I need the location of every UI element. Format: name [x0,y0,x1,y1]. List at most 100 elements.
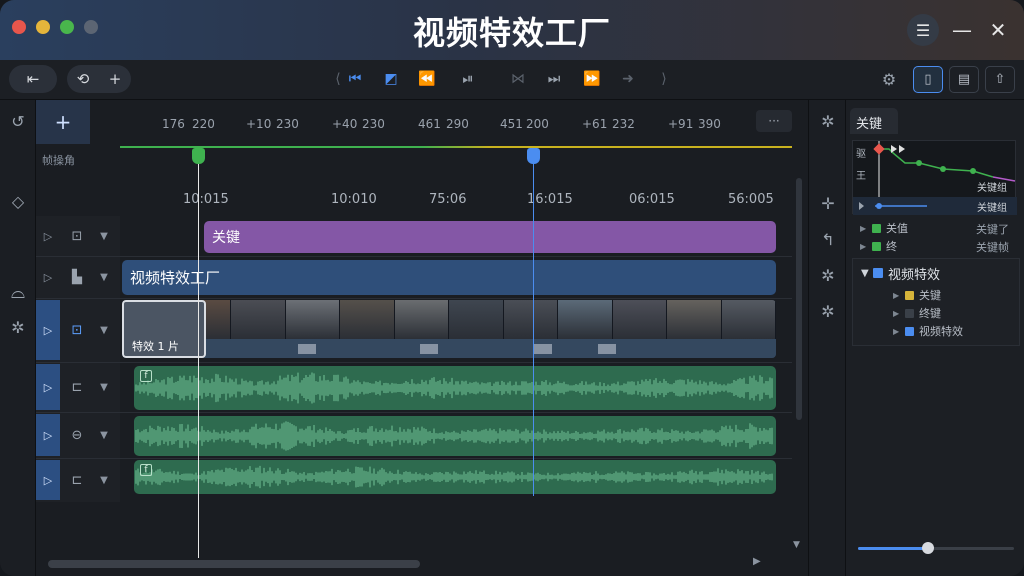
split-button[interactable]: ⋈ [505,66,531,92]
horizontal-scrollbar[interactable] [48,560,420,568]
waveform-path [135,421,773,451]
edit-panel-button[interactable]: ▤ [949,66,979,93]
export-icon: ⇧ [994,72,1006,87]
track-header-keyframes[interactable]: ▷ ⊡ ▼ [36,218,120,254]
collapse-icon[interactable]: ▼ [861,268,873,279]
group-child[interactable]: ▶ 视频特效 [893,323,963,339]
keyframe-marker[interactable] [534,344,552,354]
keyframe-curve-icon[interactable]: ↺ [0,112,36,131]
ruler-label: 200 [526,117,549,131]
loop-icon: ◩ [384,71,398,87]
audio-clip-1[interactable]: f [134,366,776,410]
play-track-icon[interactable]: ▷ [36,364,60,410]
ruler-label: 176 [162,117,185,131]
play-track-icon[interactable]: ▷ [36,218,60,254]
chevron-down-icon[interactable]: ▼ [94,430,114,441]
scroll-down-icon[interactable]: ▼ [793,540,800,550]
add-icon[interactable]: + [109,70,122,88]
kf-right-label: 关键组 [977,183,1007,194]
import-button[interactable]: ⇤ [9,65,57,93]
forward-arrow-button[interactable]: ➜ [615,66,641,92]
settings-button[interactable]: ⚙ [876,66,902,92]
zoom-slider-knob[interactable] [922,542,935,554]
undo-icon[interactable]: ↰ [809,230,847,249]
group-header[interactable]: ▼ 视频特效 [861,265,940,283]
chevron-down-icon[interactable]: ▼ [94,231,114,242]
scroll-right-icon[interactable]: ▶ [753,556,761,567]
track-header-audio-1[interactable]: ▷ ⊏ ▼ [36,364,120,410]
edit-panel-icon: ▤ [957,72,971,87]
video-clip[interactable]: 特效 1 片 [122,300,776,358]
gear-badge-icon[interactable]: ✲ [809,266,847,285]
video-track-icon: ⊡ [71,322,83,338]
zoom-slider[interactable] [858,542,1014,554]
audio-clip-2[interactable] [134,416,776,456]
step-back-icon: ⏯ [462,71,474,87]
step-back-button[interactable]: ⏯ [455,66,481,92]
gear-icon[interactable]: ✲ [809,112,847,131]
group-child[interactable]: ▶ 终键 [893,305,941,321]
timeline-more-button[interactable]: ··· [756,110,792,132]
keyframe-marker[interactable] [598,344,616,354]
info-panel-button[interactable]: ▯ [913,66,943,93]
chevron-down-icon[interactable]: ▼ [94,272,114,283]
video-thumbnail [231,300,286,340]
expand-icon[interactable]: ▶ [860,242,872,251]
keyframe-clip[interactable]: 关键 [204,221,776,253]
expand-icon[interactable]: ▶ [860,224,872,233]
keyframe-marker[interactable] [298,344,316,354]
tab-keyframes[interactable]: 关键 [850,108,898,134]
track-header-title[interactable]: ▷ ▙ ▼ [36,258,120,296]
loop-button[interactable]: ◩ [378,66,404,92]
play-track-icon[interactable]: ▷ [36,460,60,500]
close-button[interactable]: ✕ [982,14,1014,46]
skip-back-button[interactable]: ⏮ [342,66,368,92]
step-forward-button[interactable]: ⏭ [541,66,567,92]
diamond-icon[interactable]: ◇ [0,192,36,211]
tree-item[interactable]: ▶ 终 [860,238,897,254]
chevron-down-icon[interactable]: ▼ [94,382,114,393]
add-track-button[interactable]: + [36,100,90,144]
vertical-scrollbar[interactable] [796,178,802,420]
menu-button[interactable]: ☰ [907,14,939,46]
gear-icon[interactable]: ✲ [0,318,36,337]
group-child[interactable]: ▶ 关键 [893,287,941,303]
expand-icon[interactable]: ▶ [893,291,905,300]
app-window: 视频特效工厂 ☰ — ✕ ⇤ ⟲ + ⟨ ⏮ ◩ ⏪ ⏯ ⋈ ⏭ ⏩ ➜ ⟩ ⚙… [0,0,1024,576]
clip-label: 特效 1 片 [132,340,179,353]
ruler-range-line [120,146,792,148]
fast-forward-button[interactable]: ⏩ [579,66,605,92]
minimize-button[interactable]: — [946,14,978,46]
tree-item[interactable]: ▶ 关值 [860,220,908,236]
export-button[interactable]: ⇧ [985,66,1015,93]
color-swatch [872,241,881,251]
video-thumbnail [558,300,613,340]
group-child-label: 视频特效 [919,325,963,338]
in-point-line[interactable] [198,152,199,558]
playhead-line[interactable] [533,152,534,496]
in-point-handle[interactable] [192,148,205,164]
track-header-audio-3[interactable]: ▷ ⊏ ▼ [36,460,120,500]
keyframe-marker[interactable] [420,344,438,354]
playhead-handle[interactable] [527,148,540,164]
play-track-icon[interactable]: ▷ [36,414,60,456]
chevron-down-icon[interactable]: ▼ [94,325,114,336]
expand-icon[interactable]: ▶ [893,327,905,336]
play-track-icon[interactable]: ▷ [36,300,60,360]
audio-clip-3[interactable]: f [134,460,776,494]
video-thumbnail [394,300,449,340]
track-header-audio-2[interactable]: ▷ ⊖ ▼ [36,414,120,456]
chevron-down-icon[interactable]: ▼ [94,475,114,486]
history-icon[interactable]: ⟲ [77,70,90,88]
play-track-icon[interactable]: ▷ [36,258,60,296]
track-header-video[interactable]: ▷ ⊡ ▼ [36,300,120,360]
title-clip[interactable]: 视频特效工厂 [122,260,776,295]
expand-icon[interactable]: ▶ [893,309,905,318]
rewind-button[interactable]: ⏪ [414,66,440,92]
keyframe-graph[interactable]: 驱 王 关键组 关键组 [852,140,1017,215]
selected-video-clip[interactable]: 特效 1 片 [122,300,206,358]
gear-icon[interactable]: ✲ [809,302,847,321]
user-icon[interactable]: ⌓ [0,282,36,303]
time-label: 56:005 [728,192,774,207]
crosshair-icon[interactable]: ✛ [809,194,847,213]
